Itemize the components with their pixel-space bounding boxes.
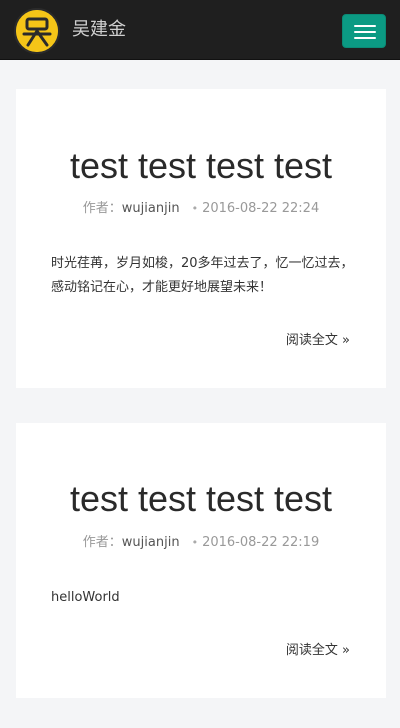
face-logo-icon[interactable] bbox=[14, 8, 60, 54]
post-date: 2016-08-22 22:19 bbox=[202, 535, 320, 550]
read-more-link[interactable]: 阅读全文 » bbox=[286, 332, 350, 350]
meta-separator: • bbox=[191, 536, 199, 549]
hamburger-bar bbox=[354, 31, 376, 33]
post-meta: 作者：wujianjin • 2016-08-22 22:24 bbox=[16, 200, 386, 218]
post-title[interactable]: test test test test bbox=[16, 146, 386, 186]
author-label: 作者： bbox=[82, 535, 122, 550]
brand-name[interactable]: 吴建金 bbox=[72, 18, 126, 42]
hamburger-menu-button[interactable] bbox=[342, 14, 386, 48]
meta-separator: • bbox=[191, 202, 199, 215]
post-title[interactable]: test test test test bbox=[16, 479, 386, 519]
author-label: 作者： bbox=[82, 201, 122, 216]
author-name[interactable]: wujianjin bbox=[122, 201, 180, 216]
post-card: test test test test 作者：wujianjin • 2016-08… bbox=[16, 423, 386, 698]
navbar: 吴建金 bbox=[0, 0, 400, 60]
post-meta: 作者：wujianjin • 2016-08-22 22:19 bbox=[16, 534, 386, 552]
read-more-link[interactable]: 阅读全文 » bbox=[286, 642, 350, 660]
post-date: 2016-08-22 22:24 bbox=[202, 201, 320, 216]
hamburger-menu-icon bbox=[354, 25, 376, 27]
post-card: test test test test 作者：wujianjin • 2016-08… bbox=[16, 89, 386, 388]
post-excerpt: 时光荏苒，岁月如梭，20多年过去了，忆一忆过去，感动铭记在心，才能更好地展望未来… bbox=[51, 256, 354, 295]
hamburger-bar bbox=[354, 37, 376, 39]
post-excerpt: helloWorld bbox=[51, 590, 120, 605]
author-name[interactable]: wujianjin bbox=[122, 535, 180, 550]
